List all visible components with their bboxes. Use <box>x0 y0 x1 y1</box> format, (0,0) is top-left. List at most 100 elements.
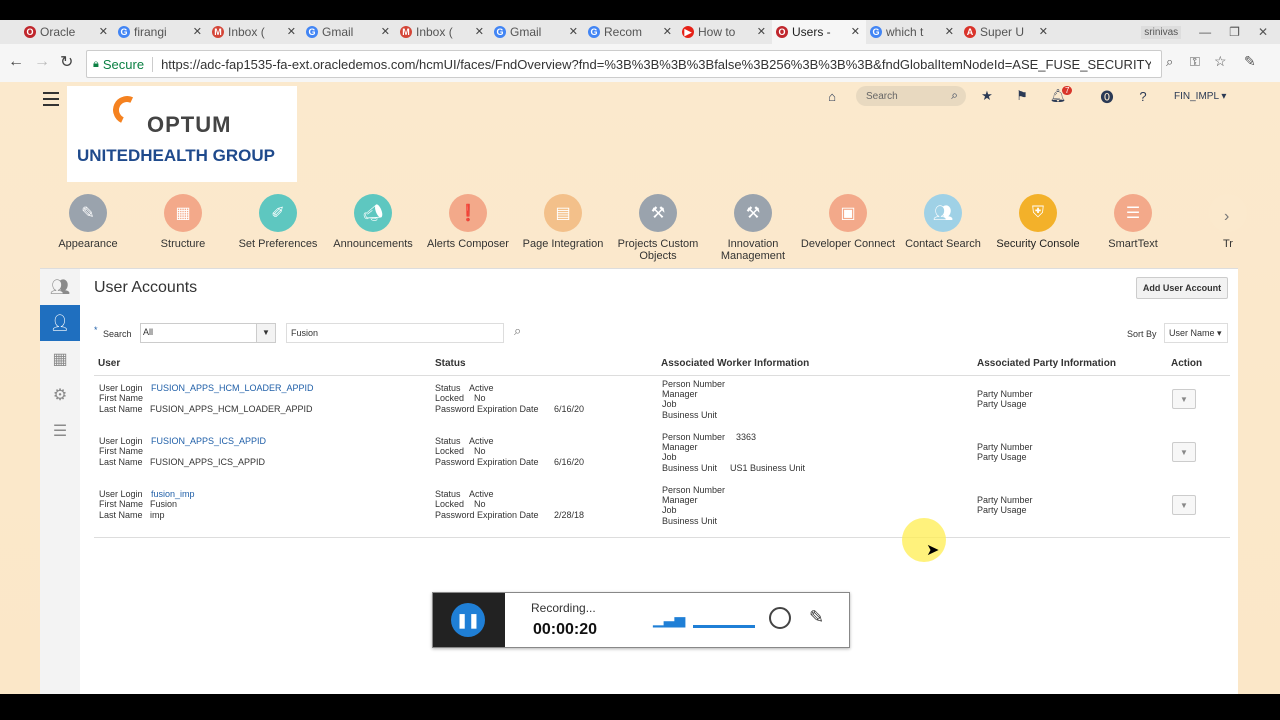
springboard-item[interactable]: ▤ Page Integration <box>515 194 611 250</box>
row-action-menu-button[interactable]: ▼ <box>1172 389 1196 409</box>
springboard-item[interactable]: ▣ Developer Connect <box>800 194 896 250</box>
tab-close-icon[interactable]: ✕ <box>851 25 860 38</box>
tab-close-icon[interactable]: ✕ <box>1039 25 1048 38</box>
extension-icon[interactable]: ✎ <box>1244 53 1256 70</box>
browser-tab[interactable]: G Gmail ✕ <box>490 20 584 44</box>
party-number-label: Party Number <box>977 389 1033 399</box>
tab-label: Super U <box>980 25 1025 39</box>
manager-label: Manager <box>662 389 698 399</box>
tab-favicon-icon: O <box>24 26 36 38</box>
springboard-item[interactable]: ❗ Alerts Composer <box>420 194 516 250</box>
browser-tab[interactable]: Gfirangi ✕ <box>114 20 208 44</box>
party-usage-label: Party Usage <box>977 505 1027 515</box>
home-icon[interactable]: ⌂ <box>824 88 840 104</box>
table-header: User Status Associated Worker Informatio… <box>94 353 1230 376</box>
tab-close-icon[interactable]: ✕ <box>381 25 390 38</box>
springboard-item[interactable]: ☰ SmartText <box>1085 194 1181 250</box>
global-search-input[interactable]: Search ⌕ <box>856 86 966 106</box>
nav-users-icon[interactable]: 👤︎ <box>40 305 80 341</box>
recorder-time: 00:00:20 <box>533 621 598 638</box>
url-field[interactable]: 🔒︎ Secure https://adc-fap1535-fa-ext.ora… <box>86 50 1162 78</box>
browser-tab[interactable]: G Gmail ✕ <box>302 20 396 44</box>
search-scope-select[interactable]: All ▼ <box>140 323 276 343</box>
company-logo: OPTUM UNITEDHEALTH GROUP <box>67 86 297 182</box>
nav-roles-icon[interactable]: 👥︎ <box>40 269 80 305</box>
springboard-label: Page Integration <box>522 238 604 250</box>
tab-close-icon[interactable]: ✕ <box>193 25 202 38</box>
springboard-item[interactable]: ⛨ Security Console <box>990 194 1086 250</box>
col-party: Associated Party Information <box>977 358 1116 369</box>
tab-close-icon[interactable]: ✕ <box>99 25 108 38</box>
zoom-icon[interactable]: ⌕ <box>1166 54 1173 70</box>
table-body: User Login FUSION_APPS_HCM_LOADER_APPID Fi… <box>94 375 1230 538</box>
favorites-star-icon[interactable]: ★ <box>979 88 995 104</box>
springboard-item[interactable]: ⚒ Innovation Management <box>705 194 801 262</box>
browser-tab[interactable]: A Super U ✕ <box>960 20 1054 44</box>
springboard-next-icon[interactable]: › <box>1224 208 1229 226</box>
user-login-link[interactable]: FUSION_APPS_HCM_LOADER_APPID <box>151 383 314 393</box>
notification-badge: 7 <box>1062 86 1073 95</box>
user-menu[interactable]: FIN_IMPL ▾ <box>1174 91 1226 102</box>
bookmark-star-icon[interactable]: ☆ <box>1214 53 1227 70</box>
tab-close-icon[interactable]: ✕ <box>569 25 578 38</box>
springboard-item[interactable]: 📣︎ Announcements <box>325 194 421 250</box>
watchlist-flag-icon[interactable]: ⚑ <box>1014 88 1030 104</box>
nav-certificates-icon[interactable]: ⚙ <box>40 377 80 413</box>
pwd-exp-value: 2/28/18 <box>554 510 585 520</box>
browser-tab[interactable]: M Inbox (✕ <box>208 20 302 44</box>
sort-select[interactable]: User Name ▾ <box>1164 323 1228 343</box>
manager-label: Manager <box>662 495 698 505</box>
row-action-menu-button[interactable]: ▼ <box>1172 442 1196 462</box>
add-user-account-button[interactable]: Add User Account <box>1136 277 1228 299</box>
pause-button[interactable]: ❚❚ <box>451 603 485 637</box>
springboard-item[interactable]: ⚒ Projects Custom Objects <box>610 194 706 262</box>
restore-icon[interactable]: ❐ <box>1229 25 1240 39</box>
tab-close-icon[interactable]: ✕ <box>287 25 296 38</box>
springboard-item[interactable]: ✎ Appearance <box>40 194 136 250</box>
browser-tab[interactable]: ▶ How to ✕ <box>678 20 772 44</box>
row-action-menu-button[interactable]: ▼ <box>1172 495 1196 515</box>
browser-tab[interactable]: M Inbox (✕ <box>396 20 490 44</box>
hamburger-menu-icon[interactable] <box>43 92 59 106</box>
springboard-item[interactable]: ▦ Structure <box>135 194 231 250</box>
user-login-label: User Login <box>99 436 143 446</box>
global-search-icon[interactable]: ⌕ <box>951 88 958 103</box>
springboard-item[interactable]: 👥︎ Contact Search <box>895 194 991 250</box>
pen-icon[interactable]: ✎ <box>809 607 824 628</box>
volume-slider[interactable] <box>693 625 755 628</box>
back-icon[interactable]: ← <box>8 53 24 71</box>
profile-name[interactable]: srinivas <box>1141 25 1182 39</box>
close-window-icon[interactable]: ✕ <box>1258 25 1268 39</box>
status-label: Status <box>435 436 461 446</box>
chevron-down-icon[interactable]: ▼ <box>256 324 275 342</box>
tab-label: which t <box>886 25 924 39</box>
tab-close-icon[interactable]: ✕ <box>663 25 672 38</box>
key-icon[interactable]: ⚿ <box>1190 54 1200 70</box>
search-icon[interactable]: ⌕ <box>514 323 521 339</box>
browser-tab[interactable]: G Recom ✕ <box>584 20 678 44</box>
party-number-label: Party Number <box>977 442 1033 452</box>
reload-icon[interactable]: ↻ <box>60 52 73 72</box>
locked-label: Locked <box>435 393 465 403</box>
help-icon[interactable]: ? <box>1135 88 1151 104</box>
nav-administration-icon[interactable]: ☰ <box>40 413 80 449</box>
browser-tab[interactable]: Gwhich t ✕ <box>866 20 960 44</box>
browser-tab[interactable]: O Users - ✕ <box>772 20 866 44</box>
user-login-link[interactable]: fusion_imp <box>151 489 195 499</box>
search-input[interactable]: Fusion <box>286 323 504 343</box>
tab-close-icon[interactable]: ✕ <box>757 25 766 38</box>
user-login-link[interactable]: FUSION_APPS_ICS_APPID <box>151 436 266 446</box>
forward-icon[interactable]: → <box>34 53 50 71</box>
springboard-item[interactable]: ✐ Set Preferences <box>230 194 326 250</box>
business-unit-label: Business Unit <box>662 463 718 473</box>
accessibility-icon[interactable]: ⓿ <box>1099 88 1115 105</box>
tab-label: Gmail <box>510 25 542 39</box>
tab-close-icon[interactable]: ✕ <box>945 25 954 38</box>
tab-close-icon[interactable]: ✕ <box>475 25 484 38</box>
last-name-label: Last Name <box>99 457 143 467</box>
browser-tab[interactable]: O Oracle ✕ <box>20 20 114 44</box>
webcam-icon[interactable] <box>769 607 791 629</box>
nav-analytics-icon[interactable]: ▦ <box>40 341 80 377</box>
minimize-icon[interactable]: — <box>1199 25 1211 39</box>
browser-tab-strip: O Oracle ✕ Gfirangi ✕ M Inbox (✕ G Gmail ✕ M Inbox … <box>0 20 1280 44</box>
